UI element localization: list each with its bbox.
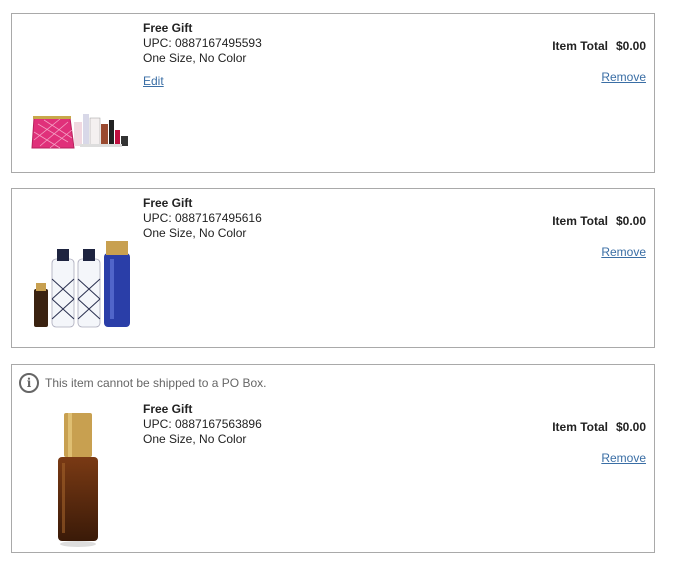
item-variant: One Size, No Color <box>143 51 247 65</box>
item-total-value: $0.00 <box>615 39 646 53</box>
product-image-makeup-bag <box>31 114 128 149</box>
item-total: Item Total $0.00 <box>552 214 646 228</box>
item-total-value: $0.00 <box>615 420 646 434</box>
item-details: Free Gift UPC: 0887167563896 One Size, N… <box>143 402 262 447</box>
item-details: Free Gift UPC: 0887167495593 One Size, N… <box>143 21 262 89</box>
item-total-label: Item Total <box>552 214 608 228</box>
shipping-notice: i This item cannot be shipped to a PO Bo… <box>19 373 266 393</box>
cart-item-card: Free Gift UPC: 0887167495616 One Size, N… <box>11 188 655 348</box>
item-variant: One Size, No Color <box>143 226 247 240</box>
item-title: Free Gift <box>143 196 193 210</box>
cart-item-card: Free Gift UPC: 0887167495593 One Size, N… <box>11 13 655 173</box>
remove-link[interactable]: Remove <box>601 245 646 259</box>
shipping-notice-text: This item cannot be shipped to a PO Box. <box>45 376 267 390</box>
item-total-label: Item Total <box>552 420 608 434</box>
remove-link[interactable]: Remove <box>601 70 646 84</box>
item-total: Item Total $0.00 <box>552 39 646 53</box>
product-image-serum-bottle <box>58 413 98 547</box>
product-image-skincare-set <box>34 241 130 328</box>
item-total: Item Total $0.00 <box>552 420 646 434</box>
item-details: Free Gift UPC: 0887167495616 One Size, N… <box>143 196 262 241</box>
item-total-value: $0.00 <box>615 214 646 228</box>
edit-link[interactable]: Edit <box>143 74 164 89</box>
remove-link[interactable]: Remove <box>601 451 646 465</box>
item-upc: UPC: 0887167495593 <box>143 36 262 50</box>
info-icon: i <box>19 373 39 393</box>
item-title: Free Gift <box>143 402 193 416</box>
item-upc: UPC: 0887167563896 <box>143 417 262 431</box>
item-title: Free Gift <box>143 21 193 35</box>
item-total-label: Item Total <box>552 39 608 53</box>
item-upc: UPC: 0887167495616 <box>143 211 262 225</box>
cart-item-card: i This item cannot be shipped to a PO Bo… <box>11 364 655 553</box>
item-variant: One Size, No Color <box>143 432 247 446</box>
